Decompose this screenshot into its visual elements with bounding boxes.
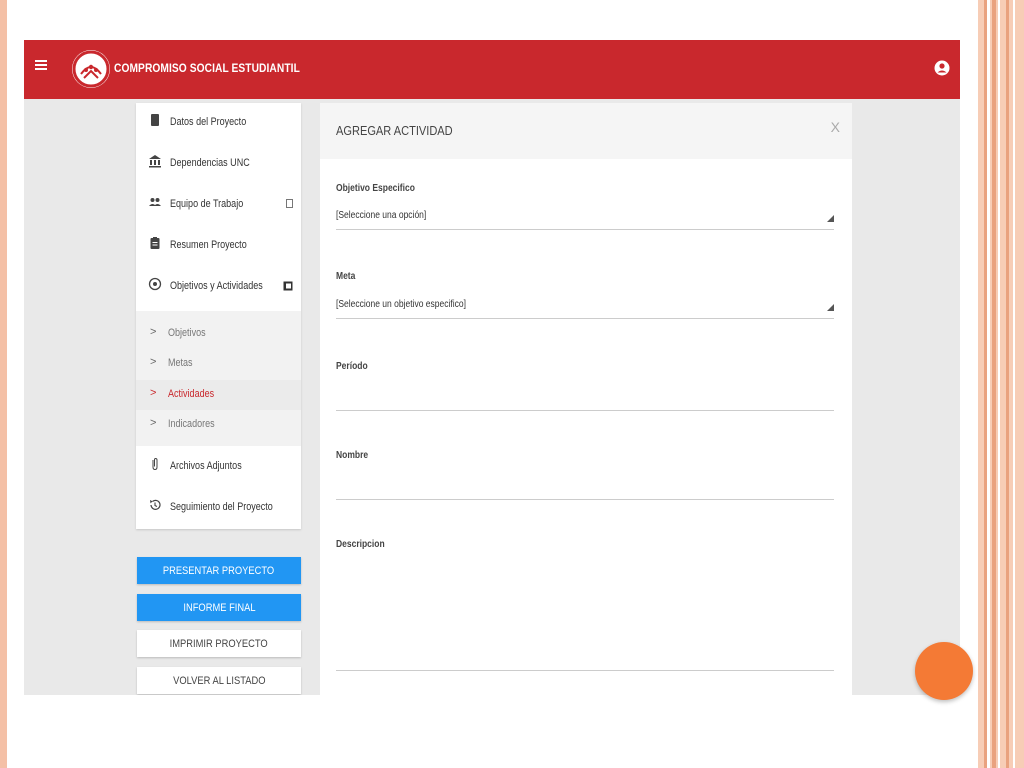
meta-label: Meta	[336, 271, 356, 282]
top-bar: COMPROMISO SOCIAL ESTUDIANTIL	[24, 40, 960, 99]
sidebar-item-label: Seguimiento del Proyecto	[170, 501, 273, 513]
chevron-right-icon: >	[150, 356, 157, 368]
app-title: COMPROMISO SOCIAL ESTUDIANTIL	[114, 61, 300, 75]
submenu-item-label: Objetivos	[168, 327, 206, 339]
submenu-item-metas[interactable]: > Metas	[136, 349, 301, 379]
sidebar-item-objetivos-actividades[interactable]: Objetivos y Actividades	[136, 267, 301, 307]
sidebar-item-archivos[interactable]: Archivos Adjuntos	[136, 447, 301, 487]
sidebar-item-seguimiento[interactable]: Seguimiento del Proyecto	[136, 488, 301, 528]
submenu-item-indicadores[interactable]: > Indicadores	[136, 410, 301, 440]
project-sidebar: Datos del Proyecto Dependencias UNC Equi…	[136, 103, 301, 529]
dropdown-arrow-icon	[827, 304, 834, 311]
nombre-label: Nombre	[336, 450, 369, 461]
sidebar-item-label: Resumen Proyecto	[170, 239, 247, 251]
chevron-right-icon: >	[150, 417, 157, 429]
descripcion-label: Descripcion	[336, 539, 385, 550]
objetivo-especifico-select[interactable]: [Seleccione una opción]	[336, 207, 834, 230]
imprimir-proyecto-button[interactable]: IMPRIMIR PROYECTO	[137, 630, 301, 657]
descripcion-underline	[336, 670, 834, 671]
slide-right-decoration	[978, 0, 1024, 768]
objetivo-especifico-label: Objetivo Especifico	[336, 183, 415, 194]
close-icon[interactable]: X	[831, 119, 840, 135]
submenu-item-label: Indicadores	[168, 418, 215, 430]
volver-listado-button[interactable]: VOLVER AL LISTADO	[137, 667, 301, 694]
periodo-field[interactable]	[336, 381, 834, 409]
sidebar-item-label: Datos del Proyecto	[170, 116, 247, 128]
group-icon	[149, 198, 161, 206]
sidebar-item-label: Archivos Adjuntos	[170, 460, 242, 472]
submenu-item-label: Metas	[168, 357, 193, 369]
panel-header: AGREGAR ACTIVIDAD X	[320, 103, 852, 159]
sidebar-item-label: Objetivos y Actividades	[170, 280, 263, 292]
presentar-proyecto-button[interactable]: PRESENTAR PROYECTO	[137, 557, 301, 584]
sidebar-item-datos-proyecto[interactable]: Datos del Proyecto	[136, 103, 301, 143]
nombre-field[interactable]	[336, 470, 834, 498]
nombre-underline	[336, 499, 834, 500]
status-square-icon	[286, 199, 293, 208]
periodo-label: Período	[336, 361, 368, 372]
sidebar-item-resumen[interactable]: Resumen Proyecto	[136, 226, 301, 266]
sidebar-item-label: Dependencias UNC	[170, 157, 250, 169]
meta-select[interactable]: [Seleccione un objetivo especifico]	[336, 296, 834, 319]
user-account-icon[interactable]	[934, 60, 950, 76]
sidebar-item-equipo[interactable]: Equipo de Trabajo	[136, 185, 301, 225]
periodo-underline	[336, 410, 834, 411]
document-icon	[151, 114, 159, 126]
select-value: [Seleccione un objetivo especifico]	[336, 299, 466, 310]
floating-action-button[interactable]	[915, 642, 973, 700]
objetivos-submenu: > Objetivos > Metas > Actividades > Indi…	[136, 311, 301, 446]
target-icon	[148, 277, 162, 291]
paperclip-icon	[152, 457, 158, 471]
panel-title: AGREGAR ACTIVIDAD	[336, 123, 453, 138]
book-icon	[283, 281, 293, 291]
menu-icon[interactable]	[35, 60, 47, 70]
chevron-right-icon: >	[150, 326, 157, 338]
submenu-item-actividades[interactable]: > Actividades	[136, 380, 301, 410]
logo	[72, 50, 110, 88]
slide-left-accent-bar	[0, 0, 7, 768]
history-icon	[150, 499, 161, 510]
institution-icon	[149, 155, 161, 168]
sidebar-item-label: Equipo de Trabajo	[170, 198, 244, 210]
app-window: COMPROMISO SOCIAL ESTUDIANTIL Datos del …	[24, 40, 960, 695]
chevron-right-icon: >	[150, 387, 157, 399]
submenu-item-label: Actividades	[168, 388, 215, 400]
submenu-item-objetivos[interactable]: > Objetivos	[136, 319, 301, 349]
select-value: [Seleccione una opción]	[336, 210, 427, 221]
agregar-actividad-panel: AGREGAR ACTIVIDAD X Objetivo Especifico …	[320, 103, 852, 695]
descripcion-textarea[interactable]	[336, 559, 834, 669]
clipboard-icon	[150, 237, 160, 249]
informe-final-button[interactable]: INFORME FINAL	[137, 594, 301, 621]
sidebar-item-dependencias[interactable]: Dependencias UNC	[136, 144, 301, 184]
dropdown-arrow-icon	[827, 215, 834, 222]
